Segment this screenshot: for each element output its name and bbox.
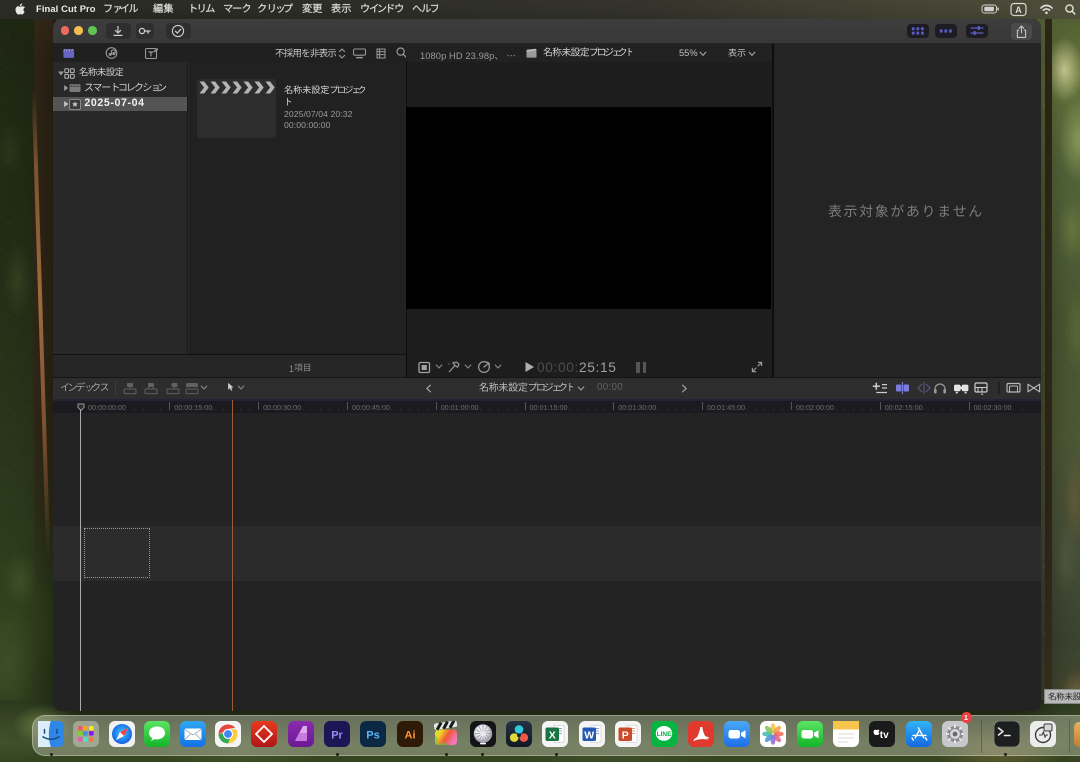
svg-text:X: X (549, 730, 556, 742)
svg-text:A: A (1015, 5, 1022, 15)
svg-text:LINE: LINE (657, 731, 672, 738)
svg-text:W: W (584, 730, 594, 742)
svg-text:tv: tv (880, 730, 889, 741)
svg-text:P: P (622, 730, 629, 742)
svg-text:Pr: Pr (331, 730, 343, 742)
svg-text:Ai: Ai (404, 730, 415, 742)
svg-text:Ps: Ps (367, 730, 380, 742)
